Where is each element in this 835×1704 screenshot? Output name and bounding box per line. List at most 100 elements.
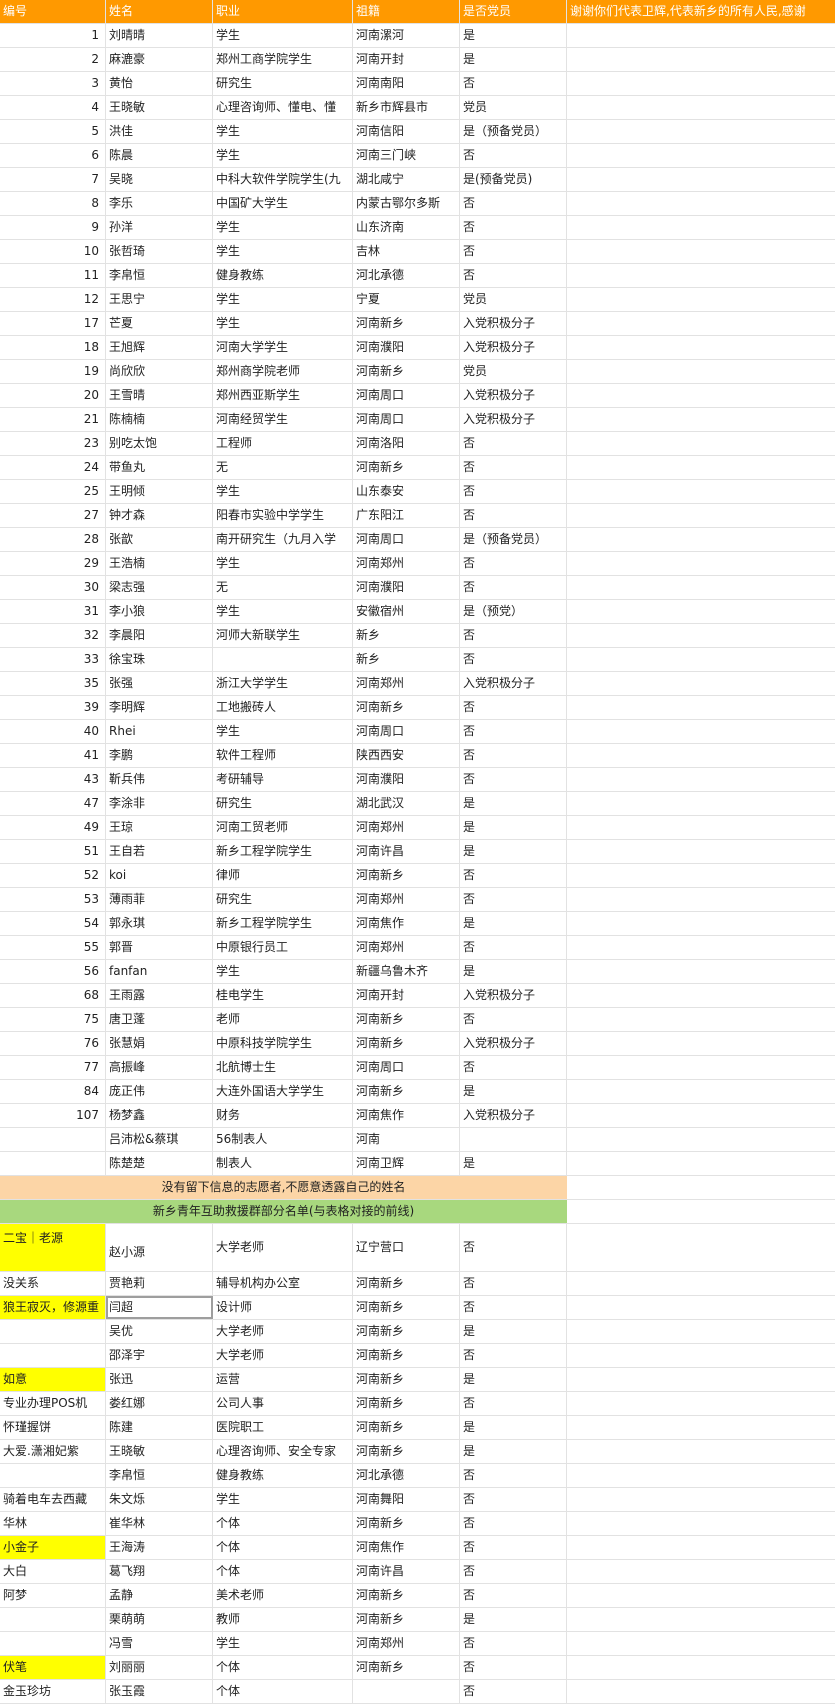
- cell[interactable]: 河南新乡: [353, 864, 460, 887]
- cell[interactable]: 李帛恒: [106, 1464, 213, 1487]
- cell[interactable]: 河南濮阳: [353, 768, 460, 791]
- cell[interactable]: 51: [0, 840, 106, 863]
- cell[interactable]: 刘丽丽: [106, 1656, 213, 1679]
- cell[interactable]: [567, 1608, 835, 1631]
- cell[interactable]: koi: [106, 864, 213, 887]
- cell[interactable]: 56制表人: [213, 1128, 353, 1151]
- cell[interactable]: 李鹏: [106, 744, 213, 767]
- cell[interactable]: 35: [0, 672, 106, 695]
- cell[interactable]: 学生: [213, 144, 353, 167]
- cell[interactable]: 是: [460, 1152, 567, 1175]
- cell[interactable]: [567, 888, 835, 911]
- cell[interactable]: 是（预备党员）: [460, 528, 567, 551]
- cell[interactable]: 否: [460, 480, 567, 503]
- cell[interactable]: 否: [460, 1224, 567, 1271]
- cell[interactable]: 20: [0, 384, 106, 407]
- cell[interactable]: [567, 240, 835, 263]
- cell[interactable]: 否: [460, 144, 567, 167]
- cell[interactable]: 怀瑾握饼: [0, 1416, 106, 1439]
- cell[interactable]: 否: [460, 1680, 567, 1703]
- cell[interactable]: 陈楚楚: [106, 1152, 213, 1175]
- cell[interactable]: 河南周口: [353, 720, 460, 743]
- cell[interactable]: 河南新乡: [353, 1440, 460, 1463]
- cell[interactable]: 否: [460, 240, 567, 263]
- cell[interactable]: 否: [460, 1056, 567, 1079]
- cell[interactable]: 金玉珍坊: [0, 1680, 106, 1703]
- cell[interactable]: 河南新乡: [353, 696, 460, 719]
- cell[interactable]: [567, 696, 835, 719]
- cell[interactable]: 河南周口: [353, 528, 460, 551]
- cell[interactable]: 否: [460, 888, 567, 911]
- cell[interactable]: 否: [460, 720, 567, 743]
- cell[interactable]: [567, 1056, 835, 1079]
- cell[interactable]: 入党积极分子: [460, 408, 567, 431]
- cell[interactable]: 否: [460, 1296, 567, 1319]
- cell[interactable]: 河南焦作: [353, 1536, 460, 1559]
- cell[interactable]: 心理咨询师、懂电、懂: [213, 96, 353, 119]
- cell[interactable]: [567, 864, 835, 887]
- cell[interactable]: 李乐: [106, 192, 213, 215]
- cell[interactable]: 研究生: [213, 72, 353, 95]
- cell[interactable]: 33: [0, 648, 106, 671]
- cell[interactable]: 南开研究生（九月入学: [213, 528, 353, 551]
- cell[interactable]: 赵小源: [106, 1224, 213, 1271]
- cell[interactable]: 河南开封: [353, 984, 460, 1007]
- cell[interactable]: 否: [460, 1008, 567, 1031]
- banner-group[interactable]: 新乡青年互助救援群部分名单(与表格对接的前线): [0, 1200, 567, 1223]
- cell[interactable]: 6: [0, 144, 106, 167]
- cell[interactable]: 河南洛阳: [353, 432, 460, 455]
- cell[interactable]: 河南濮阳: [353, 336, 460, 359]
- cell[interactable]: 软件工程师: [213, 744, 353, 767]
- cell[interactable]: 湖北咸宁: [353, 168, 460, 191]
- cell[interactable]: [567, 504, 835, 527]
- cell[interactable]: 24: [0, 456, 106, 479]
- cell[interactable]: 否: [460, 216, 567, 239]
- cell[interactable]: 9: [0, 216, 106, 239]
- cell[interactable]: 高振峰: [106, 1056, 213, 1079]
- cell[interactable]: 吴优: [106, 1320, 213, 1343]
- cell[interactable]: [567, 768, 835, 791]
- cell[interactable]: 张强: [106, 672, 213, 695]
- cell[interactable]: 28: [0, 528, 106, 551]
- cell[interactable]: 黄怡: [106, 72, 213, 95]
- cell[interactable]: 10: [0, 240, 106, 263]
- cell[interactable]: 河南新乡: [353, 1008, 460, 1031]
- cell[interactable]: [567, 120, 835, 143]
- cell[interactable]: [567, 984, 835, 1007]
- cell[interactable]: 河南卫辉: [353, 1152, 460, 1175]
- cell[interactable]: [567, 792, 835, 815]
- cell[interactable]: 否: [460, 624, 567, 647]
- cell[interactable]: 阿梦: [0, 1584, 106, 1607]
- cell[interactable]: 栗萌萌: [106, 1608, 213, 1631]
- cell[interactable]: 李涂非: [106, 792, 213, 815]
- cell[interactable]: 学生: [213, 552, 353, 575]
- header-id[interactable]: 编号: [0, 0, 106, 23]
- cell[interactable]: 宁夏: [353, 288, 460, 311]
- cell[interactable]: 王雪晴: [106, 384, 213, 407]
- cell[interactable]: 唐卫蓬: [106, 1008, 213, 1031]
- cell[interactable]: 学生: [213, 480, 353, 503]
- cell[interactable]: 否: [460, 1512, 567, 1535]
- cell[interactable]: 23: [0, 432, 106, 455]
- cell[interactable]: 河南周口: [353, 384, 460, 407]
- cell[interactable]: 大学老师: [213, 1344, 353, 1367]
- cell[interactable]: 河南新乡: [353, 1584, 460, 1607]
- cell[interactable]: [567, 1080, 835, 1103]
- cell[interactable]: 尚欣欣: [106, 360, 213, 383]
- cell[interactable]: 河南郑州: [353, 816, 460, 839]
- cell[interactable]: 大白: [0, 1560, 106, 1583]
- cell[interactable]: 麻漉豪: [106, 48, 213, 71]
- cell[interactable]: 否: [460, 576, 567, 599]
- cell[interactable]: 王雨露: [106, 984, 213, 1007]
- cell[interactable]: 学生: [213, 1488, 353, 1511]
- cell[interactable]: 1: [0, 24, 106, 47]
- cell[interactable]: 是: [460, 816, 567, 839]
- cell[interactable]: 否: [460, 1464, 567, 1487]
- cell[interactable]: 32: [0, 624, 106, 647]
- cell[interactable]: 安徽宿州: [353, 600, 460, 623]
- cell[interactable]: 学生: [213, 288, 353, 311]
- cell[interactable]: 3: [0, 72, 106, 95]
- cell[interactable]: 学生: [213, 120, 353, 143]
- cell[interactable]: 娄红娜: [106, 1392, 213, 1415]
- cell[interactable]: 心理咨询师、安全专家: [213, 1440, 353, 1463]
